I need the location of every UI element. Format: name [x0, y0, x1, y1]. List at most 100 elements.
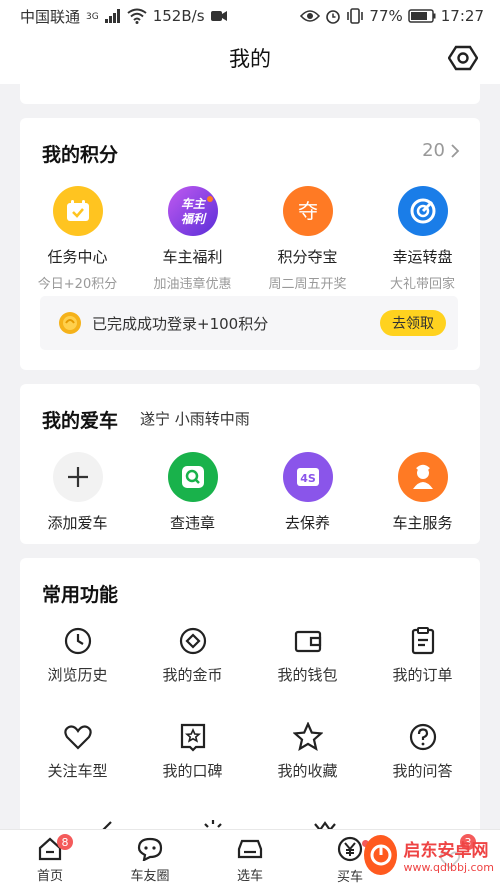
- points-item-task-center[interactable]: 任务中心 今日+20积分: [20, 186, 135, 292]
- points-grid: 任务中心 今日+20积分 车主 福利 车主福利 加油违章优惠 夺 积分夺宝 周二周…: [20, 186, 480, 292]
- function-label: 我的订单: [392, 666, 453, 684]
- question-icon: [409, 723, 436, 751]
- function-label: 我的口碑: [162, 762, 223, 780]
- points-item-sub: 周二周五开奖: [268, 277, 347, 292]
- function-my-favorites[interactable]: 我的收藏: [250, 722, 365, 781]
- car-item-label: 去保养: [284, 514, 330, 532]
- watermark-url: www.qdlbbj.com: [403, 861, 494, 874]
- tab-choose-car[interactable]: 选车: [200, 830, 300, 889]
- car-grid: 添加爱车 查违章 4S 去保养 车主服务: [20, 452, 480, 533]
- car-item-add-car[interactable]: 添加爱车: [20, 452, 135, 533]
- review-icon: [180, 723, 205, 752]
- task-calendar-icon: [52, 186, 103, 236]
- battery-percent: 77%: [369, 7, 403, 25]
- gold-coin-icon: [59, 312, 81, 334]
- common-functions-card: 常用功能 浏览历史 我的金币 我的钱包 我的订单 关注车型 我的口碑 我的收藏 …: [20, 558, 480, 858]
- points-item-sub: 大礼带回家: [389, 277, 455, 292]
- carrier-label: 中国联通: [20, 7, 81, 26]
- function-my-reviews[interactable]: 我的口碑: [135, 722, 250, 781]
- watermark-logo-icon: [364, 835, 398, 875]
- clock-time: 17:27: [440, 7, 484, 25]
- star-icon: [292, 722, 323, 751]
- page-title: 我的: [229, 47, 271, 71]
- order-icon: [411, 627, 434, 655]
- svg-text:4S: 4S: [300, 472, 316, 485]
- video-icon: [210, 11, 227, 21]
- network-label: 3G: [86, 11, 99, 22]
- points-count-link[interactable]: 20: [422, 140, 460, 161]
- settings-hexagon-icon[interactable]: [448, 43, 478, 73]
- eye-icon: [300, 10, 321, 22]
- points-item-lucky-wheel[interactable]: 幸运转盘 大礼带回家: [365, 186, 480, 292]
- function-my-orders[interactable]: 我的订单: [365, 626, 480, 685]
- tab-home[interactable]: 首页 8: [0, 830, 100, 889]
- functions-title: 常用功能: [42, 584, 119, 606]
- tab-label: 车友圈: [130, 868, 170, 884]
- svg-text:车主: 车主: [180, 197, 205, 211]
- car-item-label: 添加爱车: [47, 514, 108, 532]
- my-car-title: 我的爱车: [42, 410, 119, 432]
- treasure-grab-icon: 夺: [282, 186, 333, 236]
- svg-text:夺: 夺: [298, 199, 318, 223]
- function-label: 我的问答: [392, 762, 453, 780]
- car-item-violations[interactable]: 查违章: [135, 452, 250, 533]
- function-label: 关注车型: [47, 762, 108, 780]
- chat-bubble-icon: [137, 837, 163, 861]
- points-item-label: 积分夺宝: [277, 248, 338, 266]
- function-label: 我的金币: [162, 666, 223, 684]
- car-item-label: 车主服务: [392, 514, 453, 532]
- clock-icon: [64, 627, 91, 655]
- header-bar: 我的: [0, 32, 500, 84]
- tab-car-friends[interactable]: 车友圈: [100, 830, 200, 889]
- heart-icon: [63, 725, 92, 750]
- notification-badge: 8: [57, 834, 73, 850]
- car-item-maintenance[interactable]: 4S 去保养: [250, 452, 365, 533]
- function-label: 浏览历史: [47, 666, 108, 684]
- login-bonus-bar: 已完成成功登录+100积分 去领取: [40, 296, 458, 350]
- owner-benefits-badge-icon: 车主 福利: [167, 186, 218, 236]
- tab-label: 买车: [336, 869, 363, 885]
- points-item-label: 幸运转盘: [392, 248, 453, 266]
- car-item-label: 查违章: [169, 514, 215, 532]
- battery-icon: [408, 9, 436, 23]
- wallet-icon: [294, 630, 321, 653]
- my-car-card: 我的爱车 遂宁 小雨转中雨 添加爱车 查违章 4S 去保养 车主服务: [20, 384, 480, 544]
- tab-label: 选车: [236, 868, 263, 884]
- function-browse-history[interactable]: 浏览历史: [20, 626, 135, 685]
- coin-icon: [179, 627, 206, 655]
- function-my-wallet[interactable]: 我的钱包: [250, 626, 365, 685]
- function-label: 我的钱包: [277, 666, 338, 684]
- points-count: 20: [422, 140, 445, 161]
- points-item-owner-benefits[interactable]: 车主 福利 车主福利 加油违章优惠: [135, 186, 250, 292]
- points-item-sub: 今日+20积分: [37, 277, 118, 292]
- chevron-right-icon: [451, 143, 460, 158]
- points-item-label: 车主福利: [162, 248, 223, 266]
- function-my-coins[interactable]: 我的金币: [135, 626, 250, 685]
- claim-bonus-button[interactable]: 去领取: [380, 310, 446, 336]
- points-item-label: 任务中心: [47, 248, 108, 266]
- points-card: 我的积分 20 任务中心 今日+20积分 车主 福利 车主福利 加油违章优惠 夺 …: [20, 118, 480, 370]
- points-item-sub: 加油违章优惠: [153, 277, 232, 292]
- lucky-wheel-icon: [397, 186, 448, 236]
- watermark-title: 启东安卓网: [403, 841, 489, 861]
- violation-search-icon: [167, 452, 218, 502]
- function-label: 我的收藏: [277, 762, 338, 780]
- points-title: 我的积分: [42, 144, 119, 166]
- function-followed-models[interactable]: 关注车型: [20, 722, 135, 781]
- car-icon: [237, 839, 263, 858]
- watermark-text: 启东安卓网 www.qdlbbj.com: [403, 836, 494, 874]
- car-item-owner-service[interactable]: 车主服务: [365, 452, 480, 533]
- weather-text: 遂宁 小雨转中雨: [140, 410, 250, 428]
- speed-label: 152B/s: [152, 7, 205, 25]
- watermark: 启东安卓网 www.qdlbbj.com: [364, 826, 494, 884]
- vibrate-icon: [347, 8, 364, 24]
- bonus-text: 已完成成功登录+100积分: [92, 314, 269, 333]
- tab-label: 首页: [36, 868, 63, 884]
- function-my-qa[interactable]: 我的问答: [365, 722, 480, 781]
- yen-icon: [337, 836, 363, 861]
- wifi-icon: [127, 8, 147, 24]
- points-item-treasure[interactable]: 夺 积分夺宝 周二周五开奖: [250, 186, 365, 292]
- signal-icon: [104, 9, 120, 23]
- alarm-icon: [326, 10, 341, 24]
- status-bar: 中国联通 3G 152B/s 77% 17:27: [0, 0, 500, 32]
